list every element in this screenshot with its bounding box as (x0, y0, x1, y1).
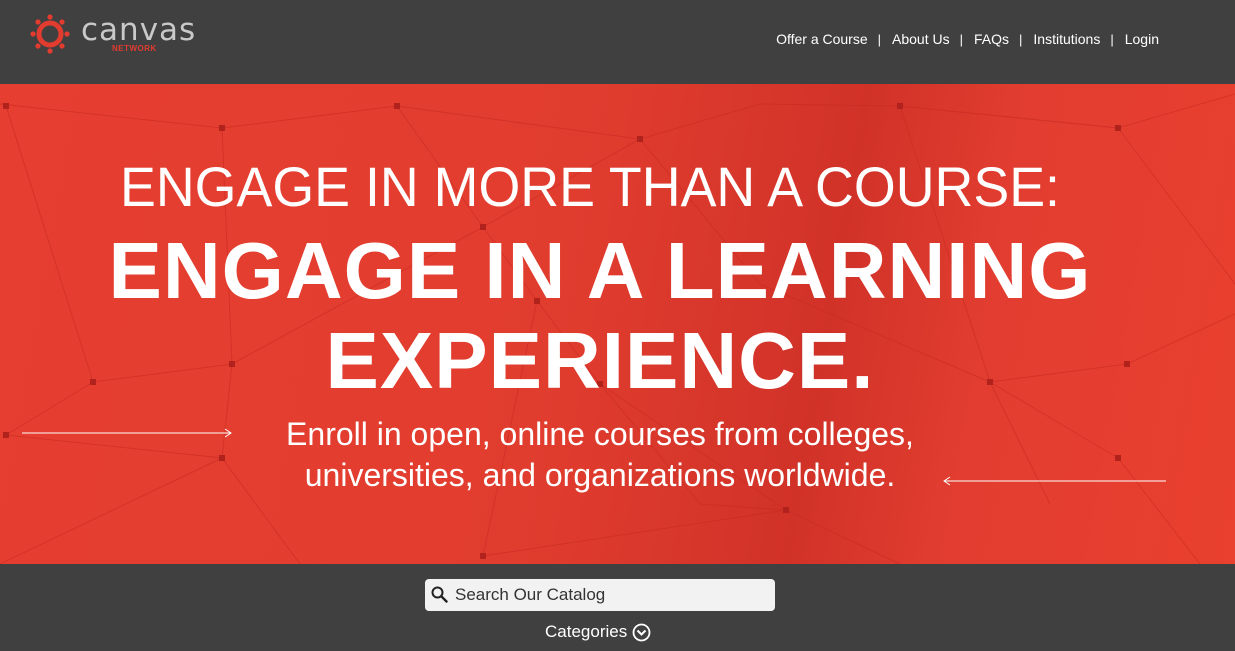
site-header: canvas NETWORK Offer a Course | About Us… (0, 0, 1235, 84)
arrow-right-icon (22, 428, 232, 438)
nav-login[interactable]: Login (1125, 31, 1159, 47)
nav-separator: | (1019, 31, 1023, 47)
hero-headline-line-2: ENGAGE IN A LEARNING (108, 226, 1092, 315)
hero-tagline-line-2: universities, and organizations worldwid… (304, 457, 896, 493)
search-icon (431, 586, 448, 603)
catalog-search-bar: Categories (0, 564, 1235, 651)
hero-headline-bold: ENGAGE IN A LEARNING EXPERIENCE. (0, 226, 1200, 406)
canvas-logo-icon (30, 14, 70, 54)
hero-headline-line-3: EXPERIENCE. (325, 316, 875, 405)
nav-offer-a-course[interactable]: Offer a Course (776, 31, 868, 47)
nav-about-us[interactable]: About Us (892, 31, 950, 47)
nav-faqs[interactable]: FAQs (974, 31, 1009, 47)
hero-tagline-line-1: Enroll in open, online courses from coll… (286, 416, 914, 452)
nav-separator: | (959, 31, 963, 47)
categories-label: Categories (545, 622, 628, 641)
search-input[interactable] (453, 579, 767, 611)
search-box[interactable] (425, 579, 775, 611)
nav-separator: | (1110, 31, 1114, 47)
canvas-network-logo[interactable]: canvas NETWORK (30, 12, 200, 56)
nav-institutions[interactable]: Institutions (1033, 31, 1100, 47)
hero-banner: ENGAGE IN MORE THAN A COURSE: ENGAGE IN … (0, 84, 1235, 564)
main-nav: Offer a Course | About Us | FAQs | Insti… (776, 31, 1159, 47)
logo-subtitle: NETWORK (112, 44, 157, 53)
chevron-down-circle-icon (632, 623, 651, 641)
arrow-left-icon (943, 476, 1166, 486)
logo-wordmark: canvas (81, 12, 197, 48)
nav-separator: | (877, 31, 882, 47)
hero-headline-line-1: ENGAGE IN MORE THAN A COURSE: (120, 155, 1060, 218)
hero-tagline: Enroll in open, online courses from coll… (240, 414, 960, 496)
categories-dropdown[interactable]: Categories (545, 622, 651, 642)
